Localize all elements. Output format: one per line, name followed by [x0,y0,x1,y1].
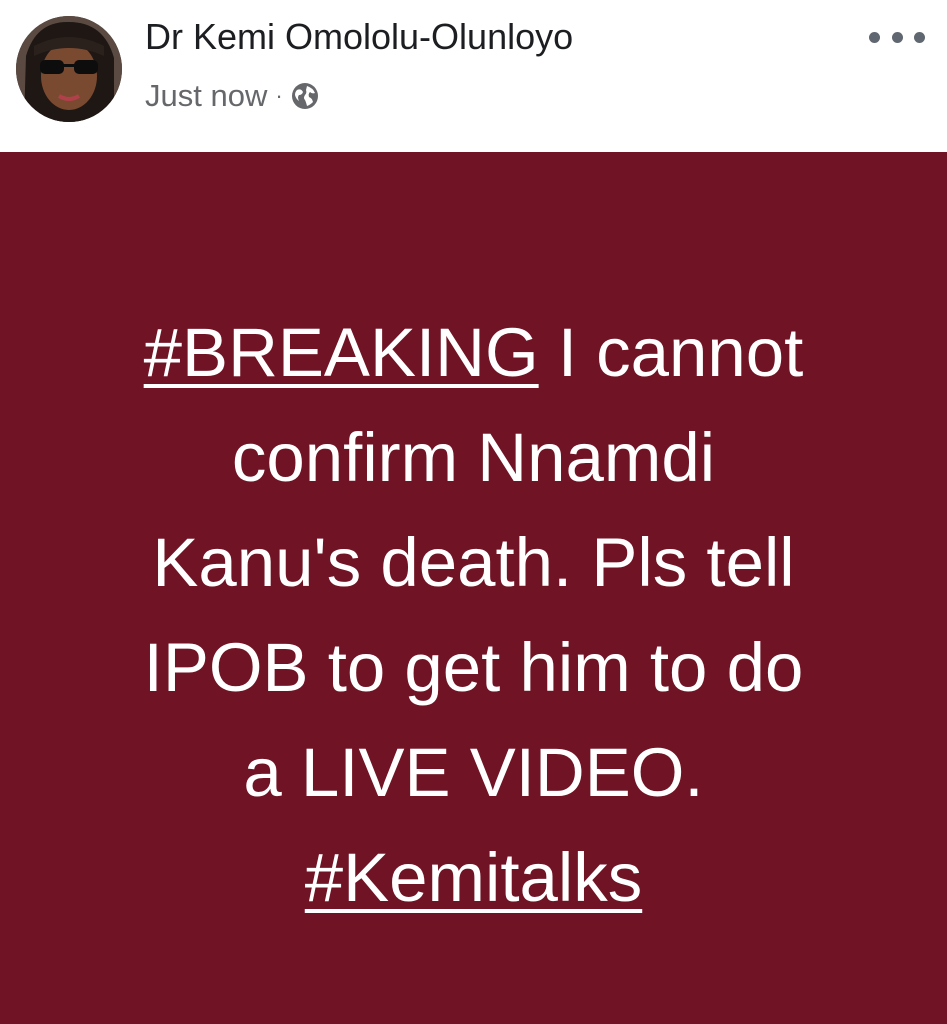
more-dot [891,31,903,43]
author-name[interactable]: Dr Kemi Omololu-Olunloyo [145,16,573,58]
post-text: #BREAKING I cannot confirm Nnamdi Kanu's… [40,300,907,930]
globe-icon[interactable] [291,82,319,110]
post-line-1-text: I cannot [557,314,804,391]
post-line-1: #BREAKING I cannot [40,300,907,405]
hashtag-breaking-link[interactable]: #BREAKING [144,314,539,391]
post-line-2: confirm Nnamdi [231,419,716,496]
post-line-3: Kanu's death. Pls tell [152,524,795,601]
more-dot [869,31,880,43]
avatar-photo [16,16,122,122]
author-avatar[interactable] [16,16,122,122]
post-timestamp[interactable]: Just now [145,78,267,114]
more-options-icon[interactable] [869,22,925,52]
hashtag-kemitalks-link[interactable]: #Kemitalks [305,839,642,916]
more-dot [914,31,925,43]
post-line-5: a LIVE VIDEO. [243,734,704,811]
meta-separator: · [275,83,283,108]
post-meta: Just now · [145,78,319,114]
post-line-6: #Kemitalks [40,825,907,930]
post-header: Dr Kemi Omololu-Olunloyo Just now · [0,0,947,152]
post-card: #BREAKING I cannot confirm Nnamdi Kanu's… [0,152,947,1024]
post-line-4: IPOB to get him to do [143,629,804,706]
